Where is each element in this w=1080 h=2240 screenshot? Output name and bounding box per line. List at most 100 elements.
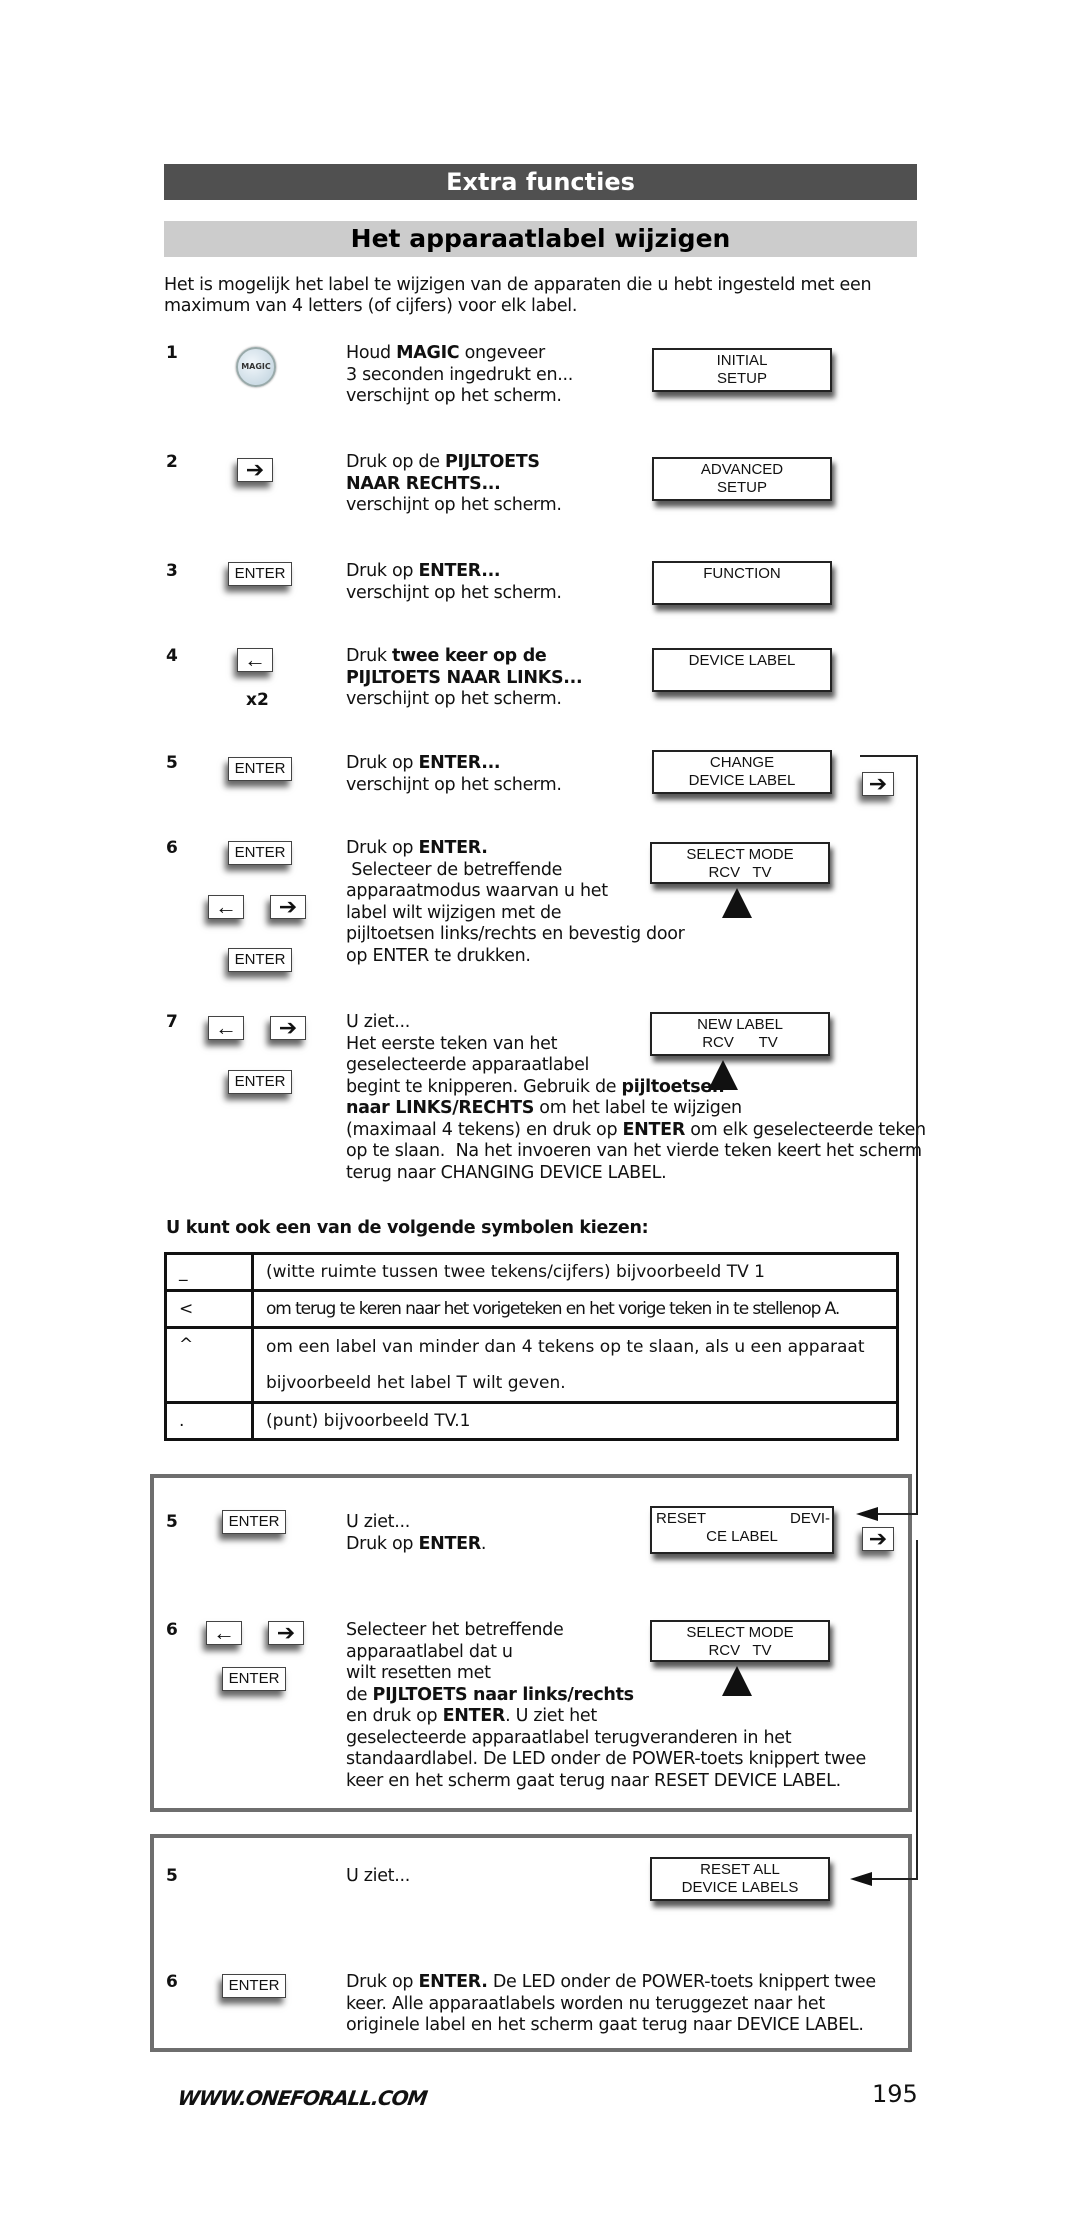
enter-key-icon: ENTER — [228, 1070, 292, 1094]
magic-key-icon: MAGIC — [236, 347, 276, 387]
enter-key-icon: ENTER — [222, 1667, 286, 1691]
symbol-cell: _ — [164, 1252, 254, 1292]
lcd-screen: RESET ALL DEVICE LABELS — [650, 1857, 830, 1901]
step-number: 3 — [166, 561, 178, 581]
text-line: Selecteer de betreffende — [346, 859, 563, 880]
text-line: Het eerste teken van het — [346, 1033, 558, 1054]
text-line: Druk op de PIJLTOETS — [346, 452, 540, 472]
lcd-line: RCV TV — [702, 1034, 778, 1051]
lcd-line: RESET — [656, 1510, 707, 1527]
text-line: U ziet... — [346, 1866, 411, 1886]
lcd-line: RCV TV — [708, 864, 772, 881]
step-text: Druk op ENTER... verschijnt op het scherm… — [346, 753, 562, 796]
lcd-screen: NEW LABEL RCV TV — [650, 1012, 830, 1056]
lcd-line: SELECT MODE — [686, 1624, 794, 1641]
step-number: 4 — [166, 646, 178, 666]
lcd-line: INITIAL — [716, 352, 768, 369]
flow-arrow-icon — [850, 1872, 872, 1886]
flow-connector — [916, 755, 918, 1515]
step-text: Druk op ENTER. De LED onder de POWER-toe… — [346, 1972, 876, 2037]
step-number: 1 — [166, 343, 178, 363]
footer-url[interactable]: WWW.ONEFORALL.COM — [176, 2086, 428, 2110]
lcd-line: DEVICE LABELS — [681, 1879, 799, 1896]
step-number: 6 — [166, 1620, 178, 1640]
pointer-triangle-icon — [722, 1666, 752, 1696]
description-cell: (witte ruimte tussen twee tekens/cijfers… — [251, 1252, 899, 1292]
lcd-line: RCV TV — [708, 1642, 772, 1659]
symbol-cell: . — [164, 1401, 254, 1441]
enter-key-icon: ENTER — [228, 948, 292, 972]
pointer-triangle-icon — [722, 888, 752, 918]
step-number: 7 — [166, 1012, 178, 1032]
description-cell: (punt) bijvoorbeeld TV.1 — [251, 1401, 899, 1441]
text-line: begint te knipperen. Gebruik de pijltoet… — [346, 1076, 725, 1097]
arrow-right-key-icon: ➔ — [237, 458, 273, 482]
table-row: _ (witte ruimte tussen twee tekens/cijfer… — [164, 1252, 899, 1292]
page-title: Het apparaatlabel wijzigen — [164, 221, 917, 257]
text-line: standaardlabel. De LED onder de POWER-to… — [346, 1749, 866, 1769]
enter-key-icon: ENTER — [228, 841, 292, 865]
text-line: Druk op ENTER. De LED onder de POWER-toe… — [346, 1972, 876, 1992]
text-line: U ziet... — [346, 1512, 411, 1532]
lcd-line: DEVI- — [789, 1510, 830, 1527]
description-cell: om een label van minder dan 4 tekens op … — [251, 1326, 899, 1404]
flow-arrow-icon — [856, 1507, 878, 1521]
text-line: op te slaan. Na het invoeren van het vie… — [346, 1141, 922, 1161]
lcd-line: DEVICE LABEL — [688, 652, 796, 669]
lcd-screen: CHANGE DEVICE LABEL — [652, 750, 832, 794]
text-line: Druk op ENTER. — [346, 838, 488, 858]
text-line: op ENTER te drukken. — [346, 945, 531, 966]
lcd-line: CE LABEL — [706, 1528, 778, 1545]
text-line: U ziet... — [346, 1012, 411, 1032]
text-line: keer. Alle apparaatlabels worden nu teru… — [346, 1993, 825, 2014]
text-line: NAAR RECHTS... — [346, 473, 501, 494]
arrow-right-key-icon: ➔ — [862, 772, 894, 796]
lcd-line: SETUP — [716, 479, 767, 496]
text-line: Druk twee keer op de — [346, 646, 547, 666]
step-number: 6 — [166, 1972, 178, 1992]
text-line: PIJLTOETS NAAR LINKS... — [346, 667, 583, 688]
text-line: verschijnt op het scherm. — [346, 774, 562, 795]
symbol-cell: < — [164, 1289, 254, 1329]
lcd-line: SETUP — [716, 370, 767, 387]
arrow-right-key-icon: ➔ — [270, 895, 306, 919]
text-line: geselecteerde apparaatlabel — [346, 1055, 590, 1075]
lcd-line: RESET ALL — [700, 1861, 780, 1878]
lcd-screen: INITIAL SETUP — [652, 348, 832, 392]
text-line: terug naar CHANGING DEVICE LABEL. — [346, 1162, 667, 1183]
text-line: keer en het scherm gaat terug naar RESET… — [346, 1770, 841, 1791]
text-line: Druk op ENTER. — [346, 1533, 487, 1554]
lcd-line: DEVICE LABEL — [688, 772, 796, 789]
lcd-screen: DEVICE LABEL — [652, 648, 832, 692]
text-line: verschijnt op het scherm. — [346, 582, 562, 603]
text-line: naar LINKS/RECHTS om het label te wijzig… — [346, 1098, 742, 1118]
text-line: apparaatmodus waarvan u het — [346, 881, 608, 901]
flow-connector — [860, 755, 918, 757]
step-text: Druk op ENTER. Selecteer de betreffende a… — [346, 838, 685, 967]
enter-key-icon: ENTER — [228, 562, 292, 586]
text-line: Druk op ENTER... — [346, 753, 501, 773]
step-text: U ziet... — [346, 1866, 410, 1888]
text-line: wilt resetten met — [346, 1663, 491, 1683]
text-line: pijltoetsen links/rechts en bevestig doo… — [346, 924, 685, 944]
text-line: Houd MAGIC ongeveer — [346, 343, 545, 363]
lcd-screen: ADVANCED SETUP — [652, 457, 832, 501]
text-line: de PIJLTOETS naar links/rechts — [346, 1684, 634, 1705]
arrow-left-key-icon: ← — [208, 895, 244, 919]
arrow-right-key-icon: ➔ — [270, 1016, 306, 1040]
table-row: < om terug te keren naar het vorigeteken … — [164, 1289, 899, 1329]
arrow-left-key-icon: ← — [208, 1016, 244, 1040]
description-cell: om terug te keren naar het vorigeteken e… — [251, 1289, 899, 1329]
step-number: 5 — [166, 1512, 178, 1532]
step-number: 5 — [166, 1866, 178, 1886]
lcd-screen: SELECT MODE RCV TV — [650, 842, 830, 884]
step-number: 5 — [166, 753, 178, 773]
step-text: Houd MAGIC ongeveer 3 seconden ingedrukt … — [346, 343, 573, 408]
enter-key-icon: ENTER — [222, 1510, 286, 1534]
step-text: U ziet... Het eerste teken van het geselec… — [346, 1012, 926, 1184]
step-text: Druk op ENTER... verschijnt op het scherm… — [346, 561, 562, 604]
text-line: verschijnt op het scherm. — [346, 386, 562, 406]
lcd-line: CHANGE — [709, 754, 775, 771]
text-line: verschijnt op het scherm. — [346, 495, 562, 515]
table-row: ^ om een label van minder dan 4 tekens op… — [164, 1326, 899, 1404]
